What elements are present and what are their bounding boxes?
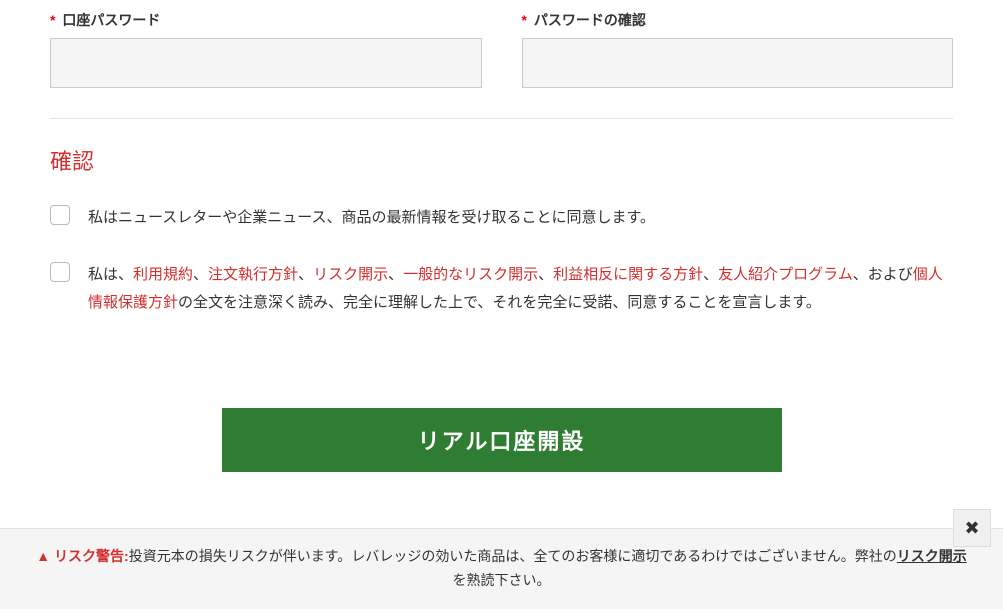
sep-and: 、および xyxy=(853,266,913,283)
password-label: * 口座パスワード xyxy=(50,10,482,30)
referral-link[interactable]: 友人紹介プログラム xyxy=(718,266,853,283)
password-input[interactable] xyxy=(50,38,482,88)
close-icon: ✖ xyxy=(964,513,979,544)
agreement-checkbox[interactable] xyxy=(50,262,70,282)
risk-disclosure-link[interactable]: リスク開示 xyxy=(897,548,967,564)
newsletter-row: 私はニュースレターや企業ニュース、商品の最新情報を受け取ることに同意します。 xyxy=(50,204,953,233)
password-confirm-group: * パスワードの確認 xyxy=(522,10,954,88)
sep: 、 xyxy=(388,266,403,283)
required-mark: * xyxy=(50,12,55,28)
sep: 、 xyxy=(538,266,553,283)
password-confirm-label: * パスワードの確認 xyxy=(522,10,954,30)
sep: 、 xyxy=(703,266,718,283)
required-mark: * xyxy=(522,12,527,28)
password-group: * 口座パスワード xyxy=(50,10,482,88)
agreement-text: 私は、利用規約、注文執行方針、リスク開示、一般的なリスク開示、利益相反に関する方… xyxy=(88,261,953,318)
password-confirm-label-text: パスワードの確認 xyxy=(534,12,646,28)
terms-link[interactable]: 利用規約 xyxy=(133,266,193,283)
newsletter-text: 私はニュースレターや企業ニュース、商品の最新情報を受け取ることに同意します。 xyxy=(88,204,655,233)
conflict-link[interactable]: 利益相反に関する方針 xyxy=(553,266,703,283)
risk-text-1: 投資元本の損失リスクが伴います。レバレッジの効いた商品は、全てのお客様に適切であ… xyxy=(129,548,897,564)
confirm-section-title: 確認 xyxy=(50,144,953,176)
password-confirm-input[interactable] xyxy=(522,38,954,88)
agreement-suffix: の全文を注意深く読み、完全に理解した上で、それを完全に受諾、同意することを宣言し… xyxy=(178,294,821,311)
general-risk-link[interactable]: 一般的なリスク開示 xyxy=(403,266,538,283)
agreement-prefix: 私は、 xyxy=(88,266,133,283)
sep: 、 xyxy=(193,266,208,283)
agreement-row: 私は、利用規約、注文執行方針、リスク開示、一般的なリスク開示、利益相反に関する方… xyxy=(50,261,953,318)
newsletter-checkbox[interactable] xyxy=(50,205,70,225)
risk-warning-bar: ✖ ▲リスク警告:投資元本の損失リスクが伴います。レバレッジの効いた商品は、全て… xyxy=(0,528,1003,609)
password-label-text: 口座パスワード xyxy=(62,12,160,28)
risk-disc-link[interactable]: リスク開示 xyxy=(313,266,388,283)
divider xyxy=(50,118,953,119)
sep: 、 xyxy=(298,266,313,283)
order-exec-link[interactable]: 注文執行方針 xyxy=(208,266,298,283)
submit-button[interactable]: リアル口座開設 xyxy=(222,408,782,472)
risk-text-2: を熟読下さい。 xyxy=(453,572,551,588)
risk-title: リスク警告: xyxy=(54,548,129,564)
close-button[interactable]: ✖ xyxy=(953,509,991,547)
warning-icon: ▲ xyxy=(36,548,50,564)
